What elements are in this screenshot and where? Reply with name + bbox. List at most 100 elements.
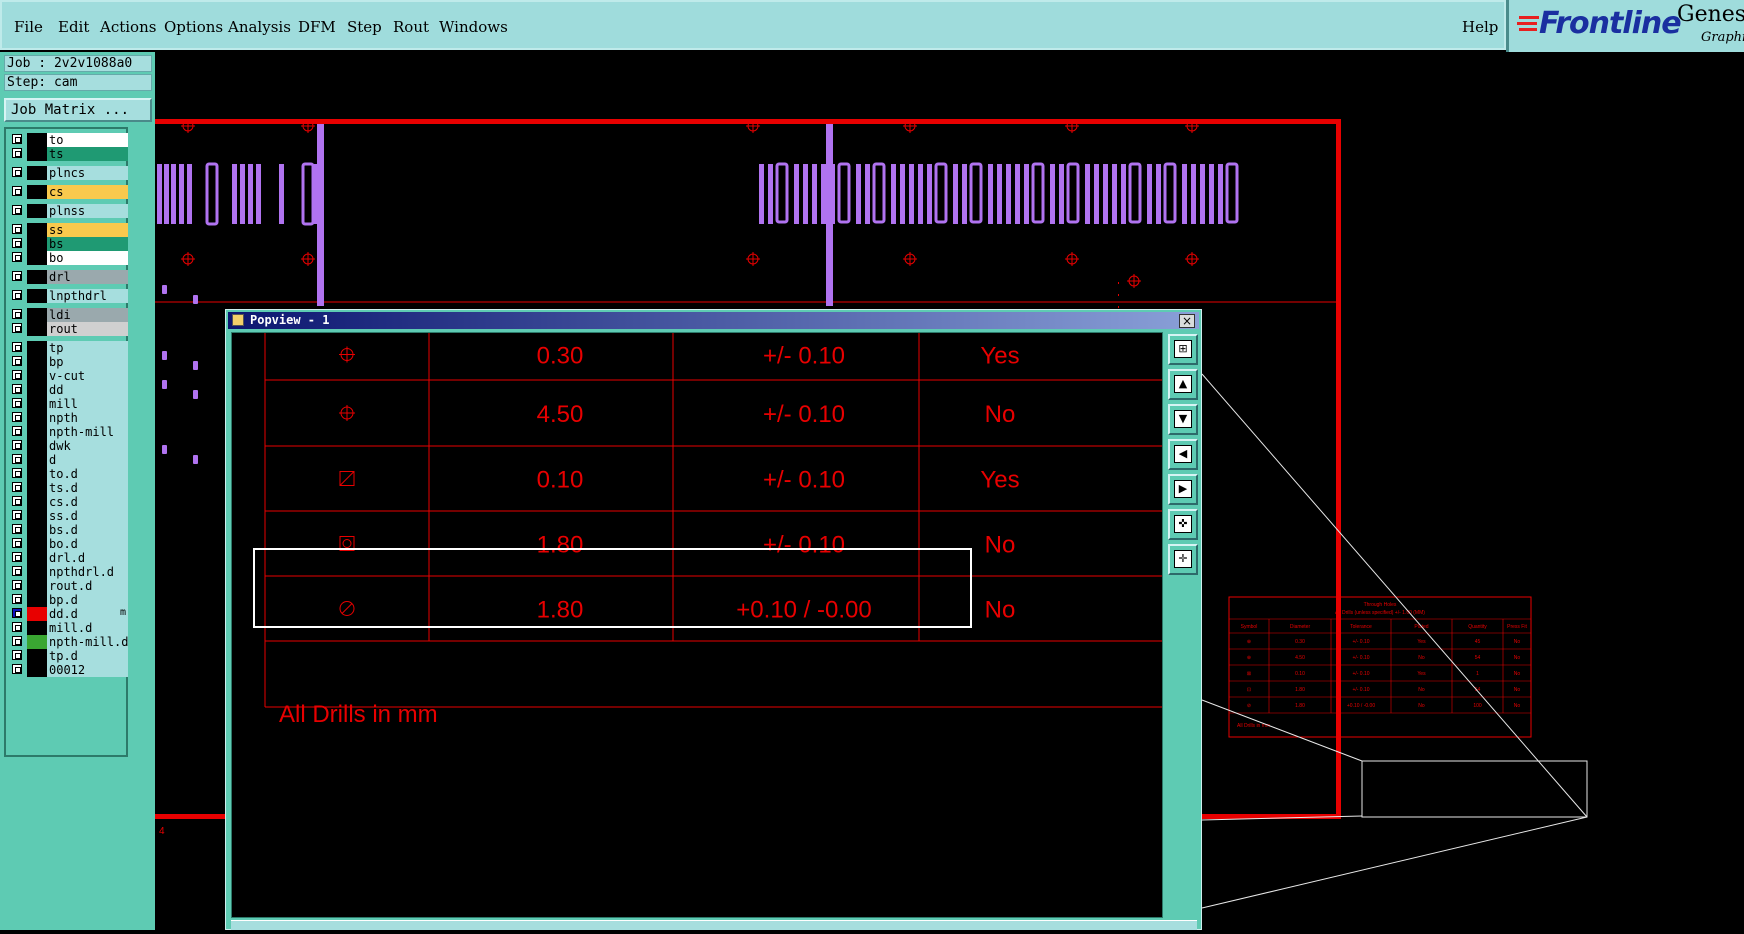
layer-name[interactable]: to (47, 133, 128, 147)
zoom-center-button[interactable]: ✛ (1168, 544, 1198, 575)
layer-name[interactable]: npth-mill.d (47, 635, 128, 649)
layer-checkbox[interactable] (12, 342, 22, 352)
close-button[interactable]: × (1179, 314, 1195, 328)
layer-color-swatch[interactable] (27, 166, 47, 180)
layer-checkbox[interactable] (12, 594, 22, 604)
layer-name[interactable]: bs (47, 237, 128, 251)
layer-color-swatch[interactable] (27, 369, 47, 383)
layer-checkbox[interactable] (12, 148, 22, 158)
layer-name[interactable]: tp.d (47, 649, 128, 663)
layer-color-swatch[interactable] (27, 251, 47, 265)
menu-actions[interactable]: Actions (100, 18, 156, 36)
layer-row-bo.d[interactable]: bo.d (10, 537, 128, 551)
layer-row-bs.d[interactable]: bs.d (10, 523, 128, 537)
layer-checkbox[interactable] (12, 167, 22, 177)
layer-color-swatch[interactable] (27, 133, 47, 147)
layer-checkbox[interactable] (12, 664, 22, 674)
layer-name[interactable]: cs.d (47, 495, 128, 509)
menu-help[interactable]: Help (1462, 18, 1498, 36)
layer-row-npth[interactable]: npth (10, 411, 128, 425)
layer-name[interactable]: npth-mill (47, 425, 128, 439)
layer-checkbox[interactable] (12, 468, 22, 478)
layer-row-plncs[interactable]: plncs (10, 166, 128, 180)
layer-color-swatch[interactable] (27, 289, 47, 303)
layer-color-swatch[interactable] (27, 579, 47, 593)
layer-row-dwk[interactable]: dwk (10, 439, 128, 453)
layer-checkbox[interactable] (12, 580, 22, 590)
layer-row-bs[interactable]: bs (10, 237, 128, 251)
popview-viewport[interactable]: 0.30 +/- 0.10 Yes 4.50 +/- 0.10 No 0.10 +/- 0.1… (231, 332, 1163, 918)
layer-row-rout.d[interactable]: rout.d (10, 579, 128, 593)
layer-name[interactable]: cs (47, 185, 128, 199)
layer-name[interactable]: plnss (47, 204, 128, 218)
layer-name[interactable]: bs.d (47, 523, 128, 537)
layer-row-bo[interactable]: bo (10, 251, 128, 265)
layer-row-bp.d[interactable]: bp.d (10, 593, 128, 607)
layer-color-swatch[interactable] (27, 322, 47, 336)
layer-name[interactable]: v-cut (47, 369, 128, 383)
layer-name[interactable]: d (47, 453, 128, 467)
layer-row-cs[interactable]: cs (10, 185, 128, 199)
layer-checkbox[interactable] (12, 650, 22, 660)
layer-color-swatch[interactable] (27, 663, 47, 677)
layer-row-ts[interactable]: ts (10, 147, 128, 161)
layer-color-swatch[interactable] (27, 523, 47, 537)
layer-color-swatch[interactable] (27, 453, 47, 467)
popview-titlebar[interactable]: Popview - 1 × (228, 312, 1199, 329)
layer-color-swatch[interactable] (27, 649, 47, 663)
layer-color-swatch[interactable] (27, 621, 47, 635)
layer-checkbox[interactable] (12, 186, 22, 196)
menu-options[interactable]: Options (164, 18, 223, 36)
layer-color-swatch[interactable] (27, 237, 47, 251)
layer-checkbox[interactable] (12, 309, 22, 319)
layer-row-tp[interactable]: tp (10, 341, 128, 355)
layer-name[interactable]: tp (47, 341, 128, 355)
layer-row-cs.d[interactable]: cs.d (10, 495, 128, 509)
layer-row-v-cut[interactable]: v-cut (10, 369, 128, 383)
layer-color-swatch[interactable] (27, 397, 47, 411)
layer-name[interactable]: bo (47, 251, 128, 265)
layer-checkbox[interactable] (12, 538, 22, 548)
pan-right-button[interactable]: ▶ (1168, 474, 1198, 505)
layer-color-swatch[interactable] (27, 509, 47, 523)
layer-color-swatch[interactable] (27, 593, 47, 607)
menu-dfm[interactable]: DFM (298, 18, 336, 36)
layer-color-swatch[interactable] (27, 308, 47, 322)
layer-color-swatch[interactable] (27, 495, 47, 509)
layer-color-swatch[interactable] (27, 355, 47, 369)
layer-name[interactable]: npthdrl.d (47, 565, 128, 579)
layer-name[interactable]: ts (47, 147, 128, 161)
layer-checkbox[interactable] (12, 205, 22, 215)
layer-color-swatch[interactable] (27, 383, 47, 397)
layer-name[interactable]: rout.d (47, 579, 128, 593)
layer-name[interactable]: plncs (47, 166, 128, 180)
layer-color-swatch[interactable] (27, 467, 47, 481)
menu-windows[interactable]: Windows (439, 18, 508, 36)
pan-up-button[interactable]: ▲ (1168, 369, 1198, 400)
layer-name[interactable]: lnpthdrl (47, 289, 128, 303)
layer-checkbox[interactable] (12, 290, 22, 300)
layer-checkbox[interactable] (12, 524, 22, 534)
layer-row-ss[interactable]: ss (10, 223, 128, 237)
layer-name[interactable]: bp.d (47, 593, 128, 607)
layer-row-plnss[interactable]: plnss (10, 204, 128, 218)
layer-name[interactable]: npth (47, 411, 128, 425)
menu-edit[interactable]: Edit (58, 18, 89, 36)
layer-color-swatch[interactable] (27, 565, 47, 579)
layer-color-swatch[interactable] (27, 270, 47, 284)
layer-checkbox[interactable] (12, 566, 22, 576)
layer-name[interactable]: mill.d (47, 621, 128, 635)
layer-row-ts.d[interactable]: ts.d (10, 481, 128, 495)
layer-checkbox[interactable] (12, 636, 22, 646)
window-menu-icon[interactable] (232, 314, 244, 326)
layer-row-dd[interactable]: dd (10, 383, 128, 397)
job-matrix-button[interactable]: Job Matrix ... (4, 98, 152, 122)
layer-row-bp[interactable]: bp (10, 355, 128, 369)
layer-checkbox[interactable] (12, 323, 22, 333)
layer-checkbox[interactable] (12, 412, 22, 422)
layer-checkbox[interactable] (12, 370, 22, 380)
layer-row-lnpthdrl[interactable]: lnpthdrl (10, 289, 128, 303)
layer-checkbox[interactable] (12, 238, 22, 248)
layer-name[interactable]: dwk (47, 439, 128, 453)
layer-row-to.d[interactable]: to.d (10, 467, 128, 481)
